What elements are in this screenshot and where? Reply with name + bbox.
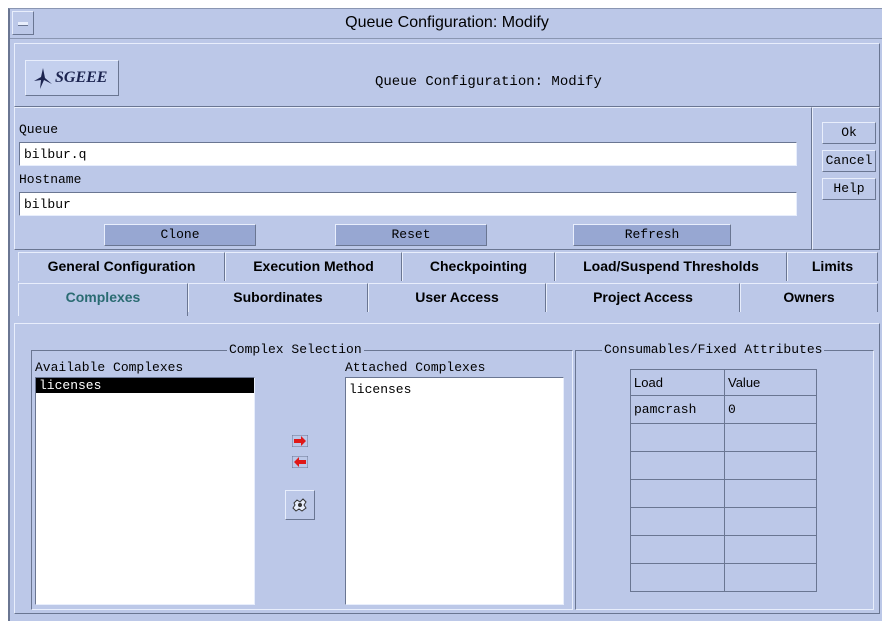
tab-owners[interactable]: Owners [740, 283, 878, 312]
refresh-button[interactable]: Refresh [573, 224, 731, 246]
table-cell[interactable] [724, 479, 817, 508]
hostname-input[interactable]: bilbur [19, 192, 797, 216]
table-cell[interactable] [630, 479, 725, 508]
sgeee-logo: SGEEE [25, 60, 119, 96]
tab-general-configuration[interactable]: General Configuration [18, 252, 225, 281]
available-complexes-list[interactable]: licenses [35, 377, 255, 605]
complex-transfer-button[interactable] [285, 490, 315, 520]
table-cell[interactable] [630, 563, 725, 592]
column-header-load: Load [630, 369, 725, 396]
dialog-actions-panel: Ok Cancel Help [812, 107, 880, 250]
tab-project-access[interactable]: Project Access [546, 283, 740, 312]
table-row[interactable] [630, 535, 817, 564]
tab-checkpointing[interactable]: Checkpointing [402, 252, 555, 281]
consumables-table[interactable]: Load Value pamcrash 0 [630, 369, 817, 592]
table-cell[interactable] [630, 535, 725, 564]
tab-load-suspend-thresholds[interactable]: Load/Suspend Thresholds [555, 252, 787, 281]
tab-complexes[interactable]: Complexes [18, 283, 188, 316]
arrow-right-icon[interactable] [292, 435, 308, 447]
header-title: Queue Configuration: Modify [375, 74, 602, 90]
available-complexes-label: Available Complexes [35, 360, 184, 375]
tab-limits[interactable]: Limits [787, 252, 878, 281]
table-row[interactable] [630, 423, 817, 452]
complex-transfer-icon [292, 498, 307, 512]
table-cell[interactable]: 0 [724, 395, 817, 424]
tab-subordinates[interactable]: Subordinates [188, 283, 368, 312]
table-cell[interactable] [724, 535, 817, 564]
queue-label: Queue [19, 122, 59, 137]
table-row[interactable] [630, 507, 817, 536]
cancel-button[interactable]: Cancel [822, 150, 876, 172]
reset-button[interactable]: Reset [335, 224, 487, 246]
column-header-value: Value [724, 369, 817, 396]
logo-text: SGEEE [55, 69, 108, 86]
title-bar[interactable]: Queue Configuration: Modify [10, 9, 882, 39]
table-cell[interactable]: pamcrash [630, 395, 725, 424]
queue-input[interactable]: bilbur.q [19, 142, 797, 166]
table-cell[interactable] [630, 507, 725, 536]
complex-selection-title: Complex Selection [227, 342, 364, 357]
attached-complexes-list[interactable]: licenses [345, 377, 564, 605]
queue-config-window: Queue Configuration: Modify SGEEE Queue … [8, 8, 882, 621]
table-cell[interactable] [630, 451, 725, 480]
table-cell[interactable] [630, 423, 725, 452]
arrow-left-icon[interactable] [292, 456, 308, 468]
table-row[interactable] [630, 563, 817, 592]
sgeee-logo-icon [34, 68, 52, 89]
table-row[interactable] [630, 479, 817, 508]
clone-button[interactable]: Clone [104, 224, 256, 246]
table-row[interactable]: pamcrash 0 [630, 395, 817, 424]
tab-execution-method[interactable]: Execution Method [225, 252, 402, 281]
table-cell[interactable] [724, 423, 817, 452]
table-row[interactable] [630, 451, 817, 480]
table-header-row: Load Value [630, 369, 817, 396]
queue-form-panel: Queue bilbur.q Hostname bilbur Clone Res… [14, 107, 812, 250]
header-panel: SGEEE Queue Configuration: Modify [14, 43, 880, 107]
consumables-title: Consumables/Fixed Attributes [602, 342, 825, 357]
help-button[interactable]: Help [822, 178, 876, 200]
list-item[interactable]: licenses [346, 382, 563, 397]
table-cell[interactable] [724, 451, 817, 480]
table-cell[interactable] [724, 563, 817, 592]
attached-complexes-label: Attached Complexes [345, 360, 486, 375]
table-cell[interactable] [724, 507, 817, 536]
hostname-label: Hostname [19, 172, 82, 187]
list-item[interactable]: licenses [36, 378, 254, 393]
window-title: Queue Configuration: Modify [345, 14, 549, 31]
tab-user-access[interactable]: User Access [368, 283, 546, 312]
ok-button[interactable]: Ok [822, 122, 876, 144]
complexes-tab-content: Complex Selection Available Complexes li… [14, 323, 880, 614]
